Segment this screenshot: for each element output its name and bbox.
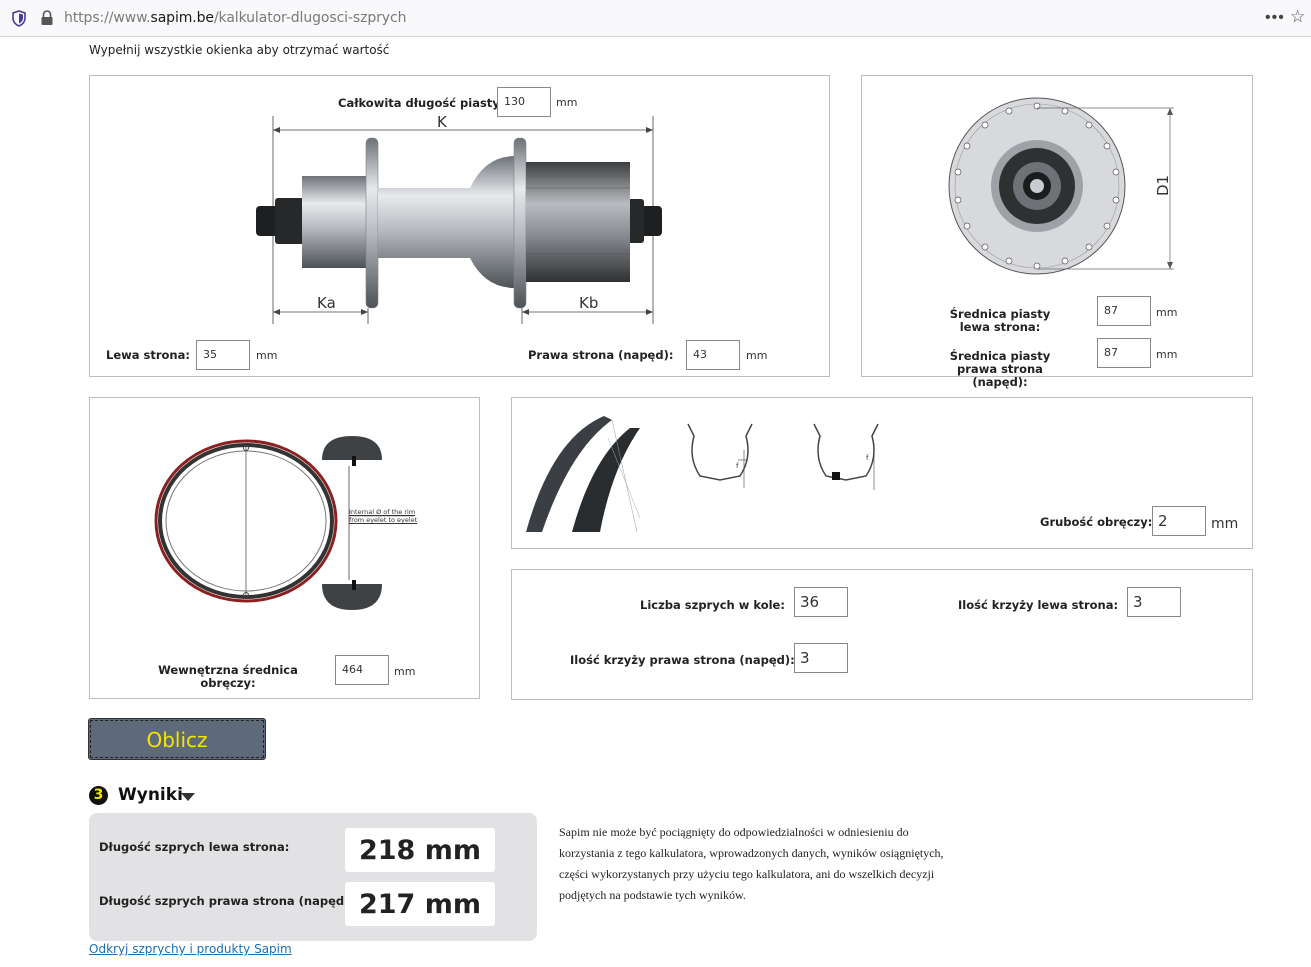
rim-thickness-label: Grubość obręczy: xyxy=(1040,515,1153,529)
hub-total-width-input[interactable]: 130 xyxy=(497,87,551,117)
rim-thickness-diagram: f f xyxy=(526,416,879,533)
flange-left-label: Średnica piasty lewa strona: xyxy=(949,307,1051,334)
results-box: Długość szprych lewa strona: 218 mm Dług… xyxy=(89,813,537,941)
browser-toolbar: https://www.sapim.be/kalkulator-dlugosci… xyxy=(0,0,1311,37)
flange-left-input[interactable]: 87 xyxy=(1097,296,1151,326)
bookmark-star-icon[interactable]: ☆ xyxy=(1290,7,1305,27)
rim-diagram-note: Internal Ø of the rim from eyelet to eye… xyxy=(349,508,418,524)
flange-right-input[interactable]: 87 xyxy=(1097,338,1151,368)
cross-right-label: Ilość krzyży prawa strona (napęd): xyxy=(570,653,795,667)
spokes-panel: Liczba szprych w kole: 36 Ilość krzyży l… xyxy=(511,569,1253,700)
hub-total-width-label: Całkowita długość piasty: xyxy=(338,96,505,110)
results-heading[interactable]: Wyniki xyxy=(118,785,183,805)
hub-left-input[interactable]: 35 xyxy=(196,340,250,370)
instruction-text: Wypełnij wszystkie okienka aby otrzymać … xyxy=(89,43,390,57)
flange-diagram: D1 xyxy=(948,97,1174,275)
hub-left-unit: mm xyxy=(256,349,278,362)
flange-diameter-panel: D1 Średnica piasty lewa strona: 87 mm Śr… xyxy=(861,75,1253,389)
hub-diagram: K Ka Kb xyxy=(256,113,662,324)
dim-k-label: K xyxy=(437,113,448,131)
flange-left-unit: mm xyxy=(1156,306,1178,319)
hub-right-unit: mm xyxy=(746,349,768,362)
result-right-value: 217 mm xyxy=(345,882,495,926)
dim-d1-label: D1 xyxy=(1154,175,1172,196)
rim-diameter-unit: mm xyxy=(394,665,416,678)
page-actions-menu-icon[interactable]: ••• xyxy=(1265,9,1285,27)
cross-right-input[interactable]: 3 xyxy=(794,643,848,673)
discover-products-link[interactable]: Odkryj szprychy i produkty Sapim xyxy=(89,942,292,956)
result-left-value: 218 mm xyxy=(345,828,495,872)
rim-diagram xyxy=(154,436,414,610)
dim-ka-label: Ka xyxy=(317,294,336,312)
rim-diameter-label: Wewnętrzna średnica obręczy: xyxy=(158,663,298,690)
dim-f-label-1: f xyxy=(736,462,739,470)
hub-left-label: Lewa strona: xyxy=(106,348,190,362)
spoke-count-input[interactable]: 36 xyxy=(794,587,848,617)
dim-f-label-2: f xyxy=(866,454,869,462)
tracking-protection-shield-icon[interactable] xyxy=(11,10,27,27)
lock-icon[interactable] xyxy=(40,10,54,26)
rim-diameter-panel: Internal Ø of the rim from eyelet to eye… xyxy=(89,397,480,699)
chevron-down-icon[interactable] xyxy=(181,793,195,801)
cross-left-label: Ilość krzyży lewa strona: xyxy=(958,598,1119,612)
rim-diameter-input[interactable]: 464 xyxy=(335,655,389,685)
rim-thickness-panel: f f Grubość obręczy: 2 mm xyxy=(511,397,1253,549)
flange-right-unit: mm xyxy=(1156,348,1178,361)
hub-dimensions-panel: K Ka Kb Całkowita długość piasty: 130 mm… xyxy=(89,75,830,377)
rim-thickness-input[interactable]: 2 xyxy=(1152,506,1206,536)
address-bar-url[interactable]: https://www.sapim.be/kalkulator-dlugosci… xyxy=(64,10,406,26)
cross-left-input[interactable]: 3 xyxy=(1127,587,1181,617)
step-number-badge: 3 xyxy=(89,786,108,805)
calculate-button[interactable]: Oblicz xyxy=(88,718,266,760)
result-left-label: Długość szprych lewa strona: xyxy=(99,840,290,854)
hub-total-width-unit: mm xyxy=(556,96,578,109)
hub-right-label: Prawa strona (napęd): xyxy=(528,348,674,362)
rim-thickness-unit: mm xyxy=(1211,516,1239,532)
hub-right-input[interactable]: 43 xyxy=(686,340,740,370)
result-right-label: Długość szprych prawa strona (napęd): xyxy=(99,894,354,908)
spoke-count-label: Liczba szprych w kole: xyxy=(640,598,785,612)
disclaimer-text: Sapim nie może być pociągnięty do odpowi… xyxy=(559,825,944,902)
flange-right-label: Średnica piasty prawa strona (napęd): xyxy=(949,349,1051,389)
dim-kb-label: Kb xyxy=(579,294,598,312)
